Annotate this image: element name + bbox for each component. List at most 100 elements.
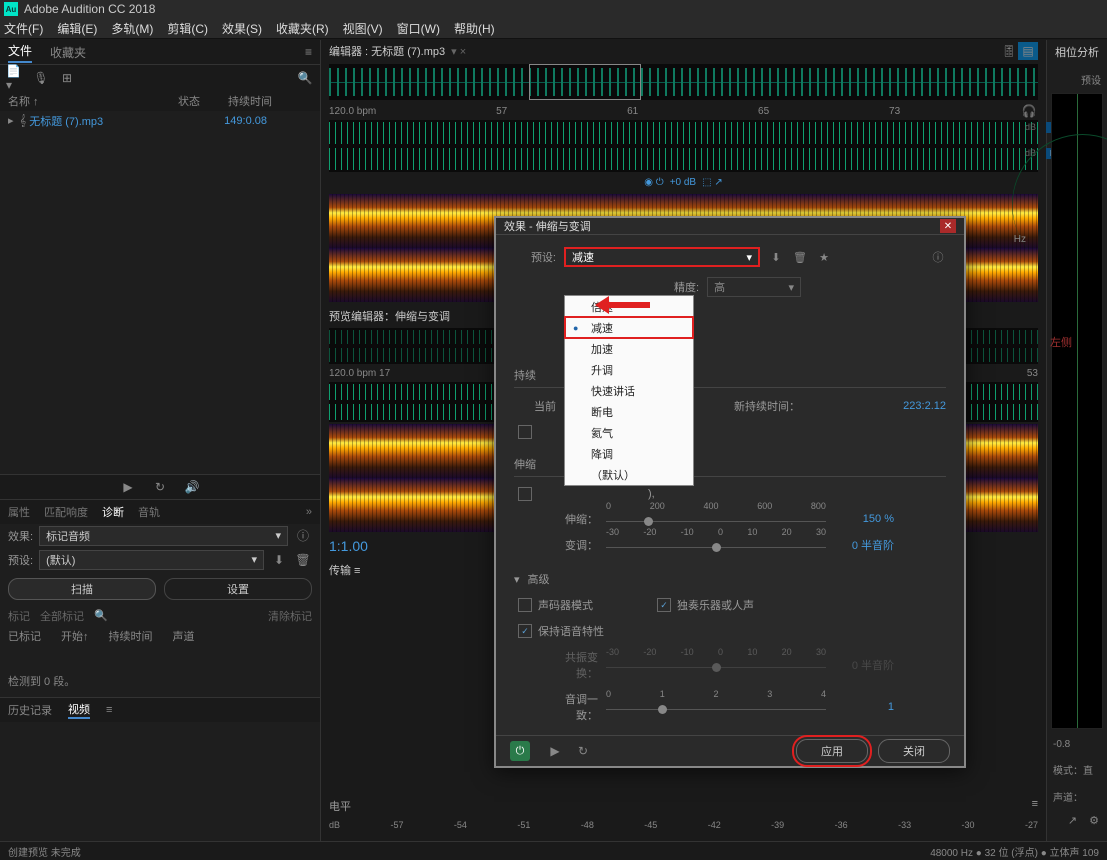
- advanced-disclosure[interactable]: ▾: [514, 573, 520, 586]
- autoplay-icon[interactable]: 🔊: [183, 478, 201, 496]
- delete-preset-icon[interactable]: 🗑: [294, 551, 312, 569]
- save-preset-icon[interactable]: ⬇: [768, 251, 784, 264]
- menu-favorites[interactable]: 收藏夹(R): [276, 20, 329, 37]
- settings-button[interactable]: 设置: [164, 578, 312, 600]
- open-file-icon[interactable]: 📄▾: [6, 69, 24, 87]
- dialog-titlebar[interactable]: 效果 - 伸缩与变调 ✕: [496, 218, 964, 235]
- hist-more-icon[interactable]: ≡: [106, 704, 112, 716]
- mark-all-button[interactable]: 全部标记: [40, 608, 84, 624]
- tab-properties[interactable]: 属性: [8, 504, 30, 520]
- col-duration[interactable]: 持续时间: [228, 93, 272, 109]
- panel-menu-icon[interactable]: ≡: [305, 45, 312, 59]
- new-dur-value: 223:2.12: [903, 400, 946, 412]
- tab-files[interactable]: 文件: [8, 42, 32, 63]
- dd-item-default[interactable]: （默认）: [565, 464, 693, 485]
- lock-stretch-checkbox[interactable]: [518, 425, 532, 439]
- stretch-value[interactable]: 150 %: [834, 513, 894, 525]
- menu-window[interactable]: 窗口(W): [397, 20, 440, 37]
- pitch-value[interactable]: 0 半音阶: [834, 537, 894, 553]
- dialog-footer: ⏻ ▶ ↻ 应用 关闭: [496, 735, 964, 766]
- scan-button[interactable]: 扫描: [8, 578, 156, 600]
- tab-favorites[interactable]: 收藏夹: [50, 44, 86, 61]
- menu-edit[interactable]: 编辑(E): [57, 20, 97, 37]
- waveform-left[interactable]: dBL: [329, 120, 1038, 146]
- dd-item-pitchdown[interactable]: 降调: [565, 443, 693, 464]
- volume-knob[interactable]: ◉ ⏻ +0 dB ⬚ ↗: [329, 172, 1038, 192]
- dd-item-speedup[interactable]: 加速: [565, 338, 693, 359]
- spectral-view-icon[interactable]: ▤: [1018, 42, 1038, 60]
- precision-label: 精度:: [674, 279, 699, 295]
- menu-file[interactable]: 文件(F): [4, 20, 43, 37]
- phase-channel: 声道：: [1047, 783, 1107, 810]
- mark-button[interactable]: 标记: [8, 608, 30, 624]
- settings-gear-icon[interactable]: ⚙: [1089, 814, 1099, 838]
- tab-video[interactable]: 视频: [68, 701, 90, 719]
- precision-combo[interactable]: 高▾: [707, 277, 801, 297]
- tab-pitch[interactable]: 音轨: [138, 504, 160, 520]
- col-name[interactable]: 名称 ↑: [8, 93, 178, 109]
- trash-icon[interactable]: 🗑: [792, 251, 808, 264]
- close-icon[interactable]: ✕: [940, 219, 956, 233]
- dd-item-slowdown[interactable]: 减速: [565, 317, 693, 338]
- file-name: 无标题 (7).mp3: [29, 113, 199, 129]
- menu-view[interactable]: 视图(V): [343, 20, 383, 37]
- phase-preset[interactable]: 预设: [1047, 70, 1107, 89]
- dlg-preset-combo[interactable]: 减速▾: [564, 247, 760, 267]
- file-row[interactable]: ▸ 𝄞 无标题 (7).mp3 149:0.08: [0, 111, 320, 131]
- preview-loop-icon[interactable]: ↻: [574, 742, 592, 760]
- loop-icon[interactable]: ↻: [151, 478, 169, 496]
- lock-new-checkbox[interactable]: [518, 487, 532, 501]
- timeline[interactable]: 120.0 bpm 57 61 65 73 🎧: [321, 102, 1046, 120]
- solo-checkbox[interactable]: ✓: [657, 598, 671, 612]
- phase-scope[interactable]: 左侧: [1051, 93, 1103, 729]
- col-status[interactable]: 状态: [178, 93, 228, 109]
- effect-select[interactable]: 标记音频▾: [39, 526, 288, 546]
- dd-item-helium[interactable]: 氦气: [565, 422, 693, 443]
- dd-item-poweroff[interactable]: 断电: [565, 401, 693, 422]
- phase-panel-title: 相位分析: [1047, 40, 1107, 70]
- close-button[interactable]: 关闭: [878, 739, 950, 763]
- tab-loudness[interactable]: 匹配响度: [44, 504, 88, 520]
- pitch-slider-label: 变调：: [558, 537, 598, 553]
- waveform-overview[interactable]: [329, 64, 1038, 100]
- info-icon[interactable]: ⓘ: [930, 249, 946, 265]
- app-logo: Au: [4, 2, 18, 16]
- clear-markers-button[interactable]: 清除标记: [268, 608, 312, 624]
- dd-item-fasttalk[interactable]: 快速讲话: [565, 380, 693, 401]
- stretch-slider[interactable]: 0200400600800: [606, 511, 826, 527]
- pin-icon[interactable]: 🎧: [1020, 102, 1038, 120]
- consistency-slider[interactable]: 01234: [606, 699, 826, 715]
- levels-panel: 电平≡ dB-57-54-51-48-45-42-39-36-33-30-27: [321, 794, 1046, 842]
- menu-clip[interactable]: 剪辑(C): [167, 20, 208, 37]
- save-preset-icon[interactable]: ⬇: [270, 551, 288, 569]
- files-toolbar: 📄▾ 🎙 ⊞ 🔍: [0, 65, 320, 91]
- power-toggle[interactable]: ⏻: [510, 741, 530, 761]
- vocoder-checkbox[interactable]: [518, 598, 532, 612]
- preview-play-icon[interactable]: ▶: [546, 742, 564, 760]
- play-icon[interactable]: ▶: [119, 478, 137, 496]
- search-icon[interactable]: 🔍: [296, 69, 314, 87]
- menu-effects[interactable]: 效果(S): [222, 20, 262, 37]
- pitch-slider[interactable]: -30-20-100102030: [606, 537, 826, 553]
- export-icon[interactable]: ↗: [1068, 814, 1077, 838]
- tab-diagnostics[interactable]: 诊断: [102, 504, 124, 520]
- dd-item-pitchup[interactable]: 升调: [565, 359, 693, 380]
- zoom-tool-icon[interactable]: 🎚: [1000, 42, 1018, 60]
- info-icon[interactable]: ⓘ: [294, 527, 312, 545]
- menu-help[interactable]: 帮助(H): [454, 20, 495, 37]
- right-column: 相位分析 预设 左侧 -0.8 模式：直 声道： ↗ ⚙: [1047, 40, 1107, 842]
- preset-select[interactable]: (默认)▾: [39, 550, 264, 570]
- status-left: 创建预览 未完成: [8, 844, 81, 859]
- dd-item-double[interactable]: 倍速: [565, 296, 693, 317]
- menu-multitrack[interactable]: 多轨(M): [111, 20, 153, 37]
- diag-more-icon[interactable]: »: [306, 506, 312, 518]
- waveform-right[interactable]: dBR: [329, 146, 1038, 172]
- record-icon[interactable]: 🎙: [32, 69, 50, 87]
- insert-icon[interactable]: ⊞: [58, 69, 76, 87]
- preserve-checkbox[interactable]: ✓: [518, 624, 532, 638]
- consistency-value[interactable]: 1: [834, 701, 894, 713]
- search-markers-icon[interactable]: 🔍: [94, 609, 108, 622]
- apply-button[interactable]: 应用: [796, 739, 868, 763]
- tab-history[interactable]: 历史记录: [8, 702, 52, 718]
- star-icon[interactable]: ★: [816, 251, 832, 264]
